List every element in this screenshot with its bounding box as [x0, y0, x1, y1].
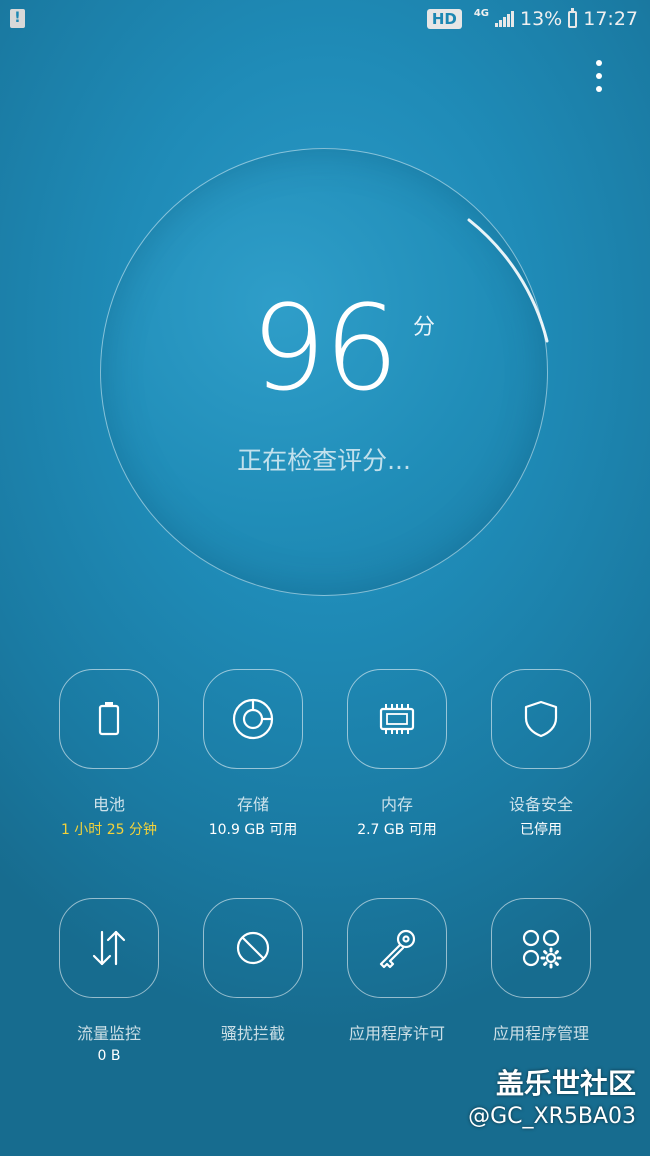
hd-voice-badge: HD: [426, 9, 462, 29]
tile-app-manager[interactable]: 应用程序管理: [489, 898, 593, 1044]
tile-label: 存储: [236, 795, 269, 814]
clock: 17:27: [583, 8, 638, 30]
status-indicators: HD 4G 13% 17:27: [426, 6, 638, 32]
tile-storage[interactable]: 存储 10.9 GB 可用: [201, 669, 305, 839]
tile-label: 应用程序管理: [492, 1024, 589, 1043]
tile-label: 应用程序许可: [348, 1024, 445, 1043]
watermark-site: 盖乐世社区: [495, 1067, 636, 1100]
tile-app-permissions[interactable]: 应用程序许可: [345, 898, 449, 1044]
data-transfer-icon: [92, 930, 126, 966]
data-monitor-button[interactable]: [59, 898, 159, 998]
tile-sub: 1 小时 25 分钟: [60, 822, 158, 838]
spam-block-button[interactable]: [203, 898, 303, 998]
tile-sub: 2.7 GB 可用: [357, 822, 437, 838]
score-value: 96: [250, 279, 399, 417]
memory-chip-icon: [379, 704, 415, 734]
tile-spam-block[interactable]: 骚扰拦截: [201, 898, 305, 1044]
storage-pie-icon: [232, 698, 274, 740]
status-bar: ! HD 4G 13% 17:27: [0, 0, 650, 38]
watermark-user: @GC_XR5BA03: [468, 1104, 636, 1129]
battery-status-icon: [568, 7, 578, 28]
score-status-text: 正在检查评分...: [237, 446, 411, 475]
apps-gear-icon: [522, 929, 562, 969]
signal-icon: [495, 11, 514, 27]
app-manager-button[interactable]: [491, 898, 591, 998]
score-unit: 分: [413, 315, 436, 340]
tile-battery[interactable]: 电池 1 小时 25 分钟: [57, 669, 161, 839]
tile-sub: 0 B: [97, 1048, 121, 1064]
alert-icon: !: [10, 9, 25, 28]
tile-label: 设备安全: [508, 795, 573, 814]
tile-data-monitor[interactable]: 流量监控 0 B: [57, 898, 161, 1064]
battery-icon: [98, 702, 120, 736]
score-dial[interactable]: 96 分 正在检查评分...: [100, 148, 549, 596]
block-icon: [236, 931, 270, 965]
tile-device-security[interactable]: 设备安全 已停用: [489, 669, 593, 839]
tile-label: 内存: [380, 795, 413, 814]
battery-button[interactable]: [59, 669, 159, 769]
tile-sub: 已停用: [520, 822, 562, 838]
network-type-label: 4G: [473, 8, 489, 19]
shield-icon: [524, 700, 558, 738]
tile-label: 电池: [92, 795, 125, 814]
key-icon: [379, 929, 416, 969]
storage-button[interactable]: [203, 669, 303, 769]
tile-sub: 10.9 GB 可用: [208, 822, 298, 838]
more-options-icon[interactable]: [588, 60, 610, 92]
memory-button[interactable]: [347, 669, 447, 769]
device-security-button[interactable]: [491, 669, 591, 769]
battery-percent: 13%: [520, 8, 563, 30]
tile-memory[interactable]: 内存 2.7 GB 可用: [345, 669, 449, 839]
tile-label: 骚扰拦截: [220, 1024, 285, 1043]
app-permissions-button[interactable]: [347, 898, 447, 998]
tile-label: 流量监控: [76, 1024, 141, 1043]
